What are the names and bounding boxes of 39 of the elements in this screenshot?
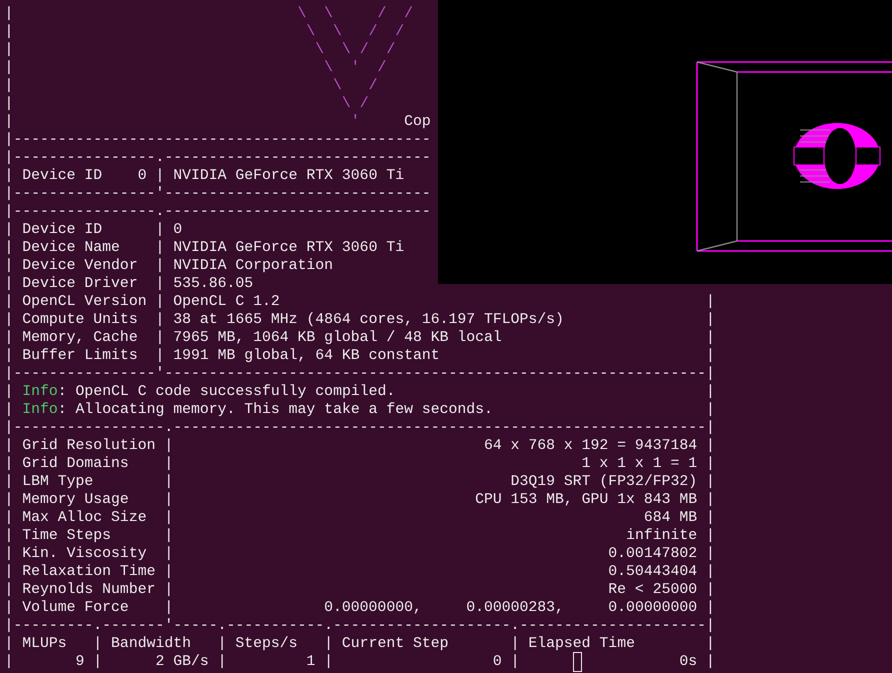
- terminal-line: |---------.-------'-----.-----------.--------------------.---------------------|: [4, 617, 715, 635]
- terminal-line: | MLUPs | Bandwidth | Steps/s | Current Step | Elapsed Time |: [4, 635, 715, 653]
- terminal-line: | Device ID 0 | NVIDIA GeForce RTX 3060 Ti: [4, 167, 406, 185]
- terminal-line: |-----------------------------------------------: [4, 131, 432, 149]
- terminal-line: | Kin. Viscosity | 0.00147802 |: [4, 545, 715, 563]
- terminal-line: | Memory Usage | CPU 153 MB, GPU 1x 843 MB |: [4, 491, 715, 509]
- terminal-line: | ' Cop: [4, 113, 432, 131]
- terminal-line: |----------------.------------------------------: [4, 149, 432, 167]
- cursor-icon: [572, 652, 582, 672]
- terminal-line: | \ \ / /: [4, 23, 406, 41]
- terminal-line: | Reynolds Number | Re < 25000 |: [4, 581, 715, 599]
- terminal-line: | Device Driver | 535.86.05: [4, 275, 254, 293]
- terminal-line: | \ /: [4, 77, 378, 95]
- terminal-line: | Compute Units | 38 at 1665 MHz (4864 cores, 16.197 TFLOPs/s) |: [4, 311, 715, 329]
- terminal-line: | \ \ / /: [4, 41, 396, 59]
- terminal-line: | Info: Allocating memory. This may take a few seconds. |: [4, 401, 715, 419]
- terminal-text: | 9 | 2 GB/s | 1 | 0 |: [4, 653, 521, 671]
- terminal-line: |-----------------.------------------------------------------------------------|: [4, 419, 715, 437]
- terminal-line: | Time Steps | infinite |: [4, 527, 715, 545]
- terminal-line: |----------------.------------------------------: [4, 203, 432, 221]
- terminal-line: | \ /: [4, 95, 370, 113]
- terminal-line: | Grid Resolution | 64 x 768 x 192 = 9437184 |: [4, 437, 715, 455]
- terminal-line: | Buffer Limits | 1991 MB global, 64 KB constant |: [4, 347, 715, 365]
- terminal-line: | Device ID | 0: [4, 221, 184, 239]
- terminal-line: | LBM Type | D3Q19 SRT (FP32/FP32) |: [4, 473, 715, 491]
- terminal-line: | \ ' /: [4, 59, 388, 77]
- terminal-line: | Max Alloc Size | 684 MB |: [4, 509, 715, 527]
- terminal-line: | \ \ / /: [4, 5, 414, 23]
- terminal-line: | Relaxation Time | 0.50443404 |: [4, 563, 715, 581]
- terminal-line: | Memory, Cache | 7965 MB, 1064 KB global / 48 KB local |: [4, 329, 715, 347]
- terminal-line: |----------------'------------------------------: [4, 185, 432, 203]
- terminal-line: | OpenCL Version | OpenCL C 1.2 |: [4, 293, 715, 311]
- terminal-line: | Device Vendor | NVIDIA Corporation: [4, 257, 334, 275]
- terminal-line: | Volume Force | 0.00000000, 0.00000283, 0.00000000 |: [4, 599, 715, 617]
- terminal-line: | Info: OpenCL C code successfully compiled. |: [4, 383, 715, 401]
- terminal-text: 0s |: [678, 653, 715, 671]
- terminal-line: | Grid Domains | 1 x 1 x 1 = 1 |: [4, 455, 715, 473]
- terminal-line: |----------------'-------------------------------------------------------------|: [4, 365, 715, 383]
- terminal-line: | Device Name | NVIDIA GeForce RTX 3060 Ti: [4, 239, 406, 257]
